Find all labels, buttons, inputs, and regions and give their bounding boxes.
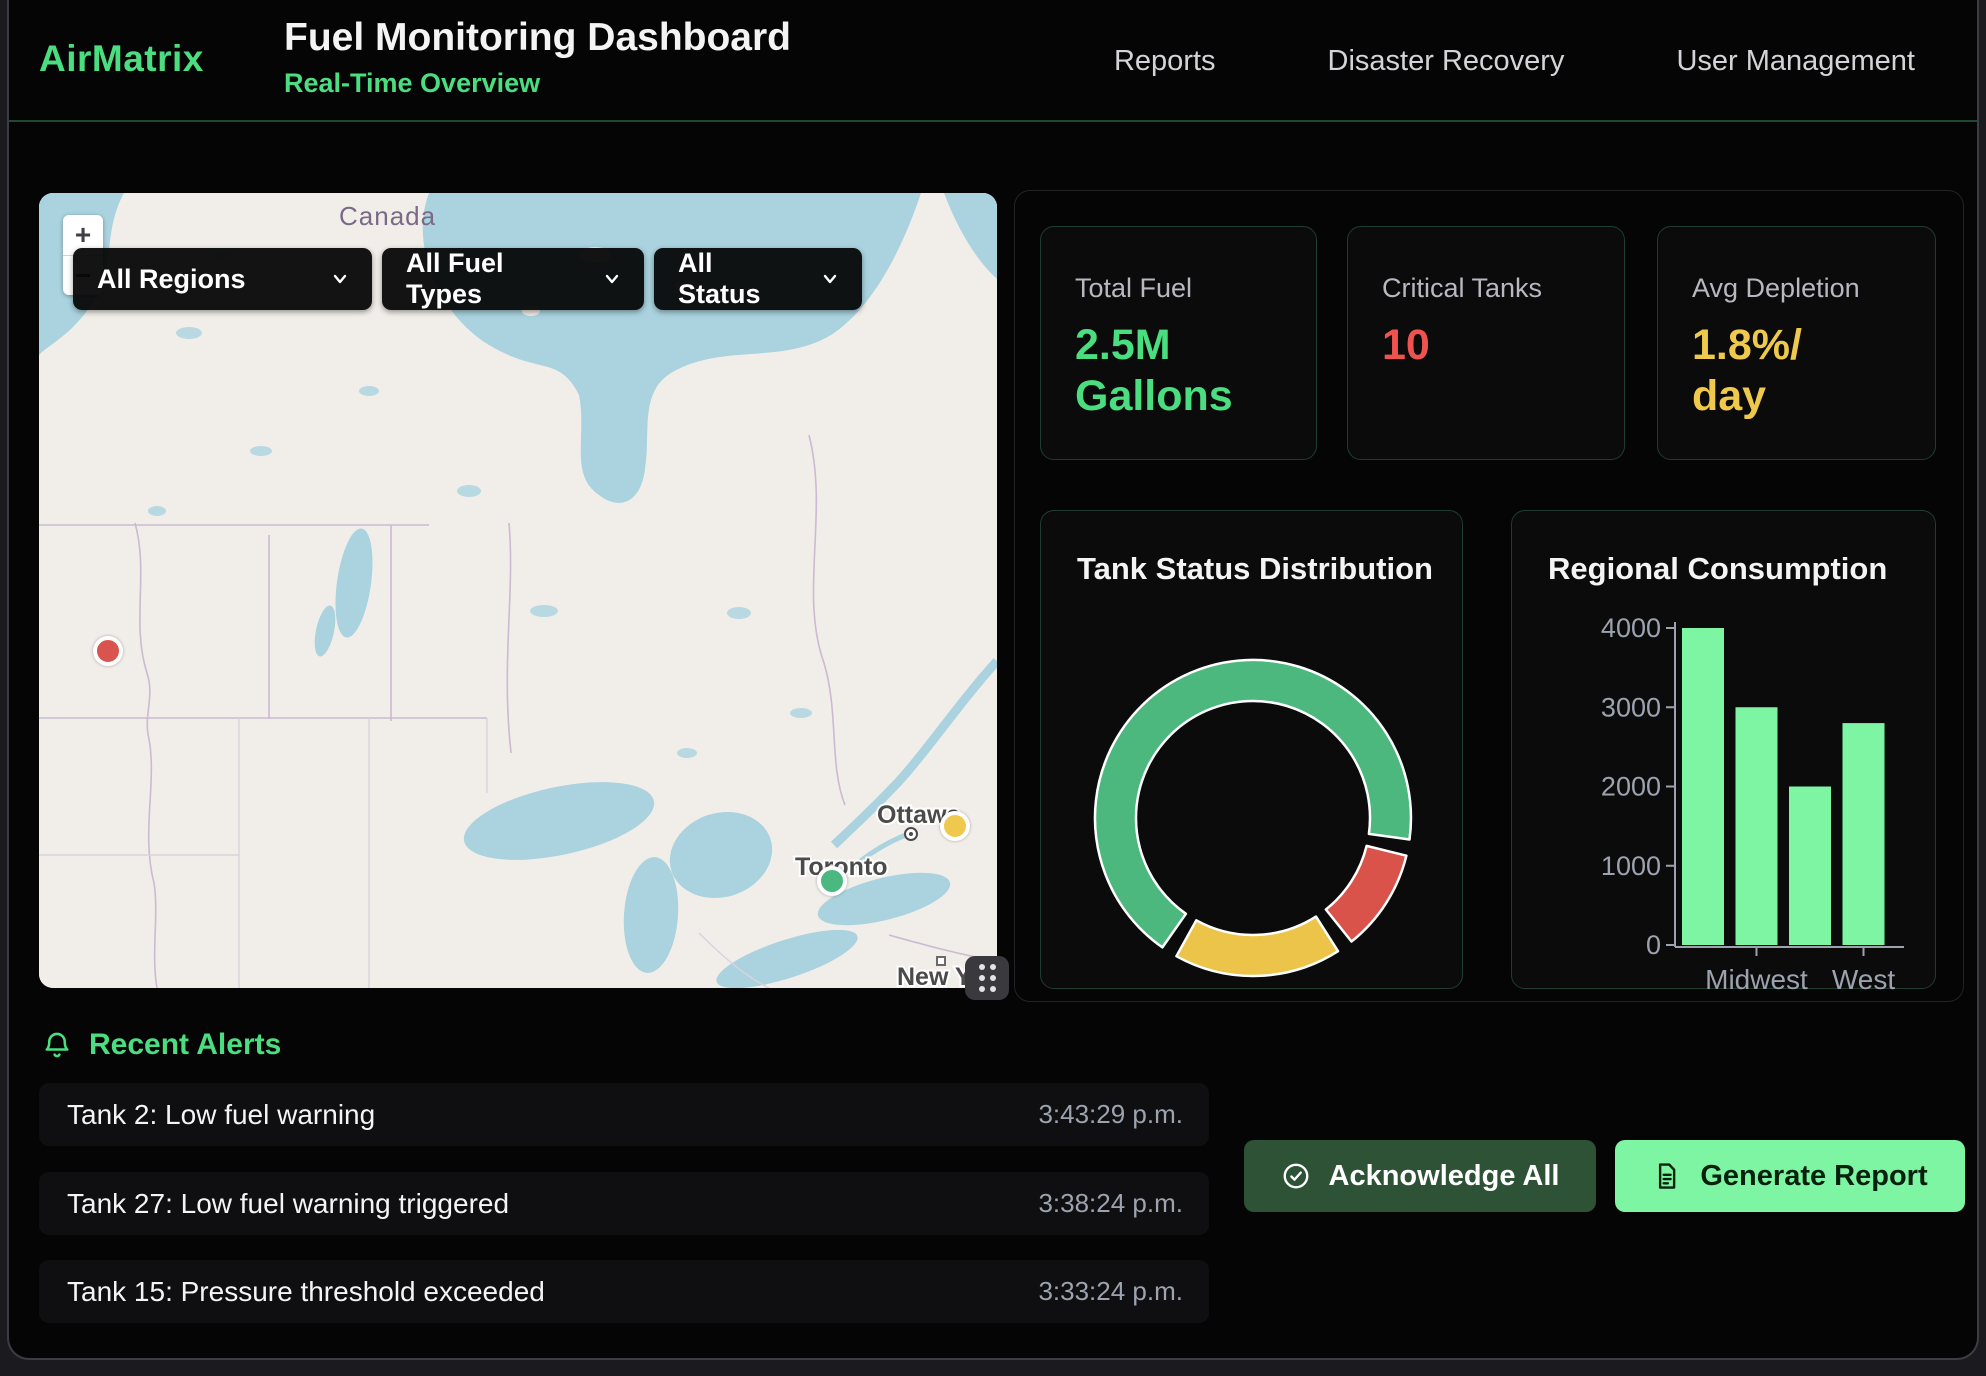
map-marker-critical[interactable] [93, 636, 123, 666]
alert-message: Tank 27: Low fuel warning triggered [67, 1188, 509, 1220]
map-filter-bar: All Regions All Fuel Types All Status [73, 248, 862, 310]
stat-label: Total Fuel [1075, 273, 1316, 304]
stat-value: 10 [1382, 320, 1560, 371]
donut-segment-warning [1176, 917, 1338, 976]
consumption-bar [1682, 628, 1724, 945]
metrics-panel: Total Fuel 2.5M Gallons Critical Tanks 1… [1014, 190, 1964, 1002]
main-nav: Reports Disaster Recovery User Managemen… [1114, 0, 1915, 122]
dashboard-container: AirMatrix Fuel Monitoring Dashboard Real… [7, 0, 1979, 1360]
fuel-type-filter-select[interactable]: All Fuel Types [382, 248, 644, 310]
stat-label: Avg Depletion [1692, 273, 1935, 304]
fuel-type-filter-value: All Fuel Types [406, 248, 576, 310]
tank-status-donut-chart [1041, 511, 1464, 990]
generate-report-label: Generate Report [1700, 1160, 1927, 1193]
map-illustration: Canada Ottawa Toronto New York [39, 193, 997, 988]
map-resize-handle[interactable] [965, 956, 1009, 1000]
status-filter-value: All Status [678, 248, 794, 310]
consumption-bar [1789, 787, 1831, 946]
alert-row[interactable]: Tank 27: Low fuel warning triggered 3:38… [39, 1172, 1209, 1235]
map-label-canada: Canada [339, 201, 436, 231]
donut-segment-critical [1326, 846, 1407, 942]
stat-value: 1.8%/day [1692, 320, 1870, 421]
stat-card-avg-depletion: Avg Depletion 1.8%/day [1657, 226, 1936, 460]
title-block: Fuel Monitoring Dashboard Real-Time Over… [284, 16, 791, 99]
regional-consumption-panel: Regional Consumption 01000200030004000Mi… [1511, 510, 1936, 989]
alert-timestamp: 3:38:24 p.m. [1038, 1188, 1183, 1219]
y-tick-label: 2000 [1601, 772, 1661, 802]
alert-row[interactable]: Tank 15: Pressure threshold exceeded 3:3… [39, 1260, 1209, 1323]
brand-logo: AirMatrix [39, 38, 204, 80]
bell-icon [41, 1029, 73, 1061]
alert-timestamp: 3:33:24 p.m. [1038, 1276, 1183, 1307]
chevron-down-icon [330, 269, 350, 289]
stat-card-total-fuel: Total Fuel 2.5M Gallons [1040, 226, 1317, 460]
region-filter-select[interactable]: All Regions [73, 248, 372, 310]
y-tick-label: 1000 [1601, 851, 1661, 881]
chevron-down-icon [820, 269, 840, 289]
x-tick-label: West [1832, 964, 1895, 990]
fuel-map-panel: Canada Ottawa Toronto New York + − [39, 193, 997, 988]
page-title: Fuel Monitoring Dashboard [284, 16, 791, 60]
alerts-header: Recent Alerts [41, 1028, 281, 1062]
stat-card-critical-tanks: Critical Tanks 10 [1347, 226, 1625, 460]
y-tick-label: 4000 [1601, 613, 1661, 643]
alerts-title: Recent Alerts [89, 1028, 281, 1062]
x-tick-label: Midwest [1705, 964, 1808, 990]
map-marker-normal[interactable] [817, 866, 847, 896]
report-document-icon [1652, 1161, 1682, 1191]
consumption-bar [1843, 723, 1885, 945]
stat-value: 2.5M Gallons [1075, 320, 1253, 421]
alert-message: Tank 2: Low fuel warning [67, 1099, 375, 1131]
alert-message: Tank 15: Pressure threshold exceeded [67, 1276, 545, 1308]
alert-row[interactable]: Tank 2: Low fuel warning 3:43:29 p.m. [39, 1083, 1209, 1146]
y-tick-label: 0 [1646, 930, 1661, 960]
generate-report-button[interactable]: Generate Report [1615, 1140, 1965, 1212]
alert-timestamp: 3:43:29 p.m. [1038, 1099, 1183, 1130]
map-marker-warning[interactable] [940, 811, 970, 841]
check-circle-icon [1281, 1161, 1311, 1191]
page-subtitle: Real-Time Overview [284, 68, 791, 99]
status-filter-select[interactable]: All Status [654, 248, 862, 310]
map-canvas[interactable]: Canada Ottawa Toronto New York [39, 193, 997, 988]
chevron-down-icon [602, 269, 622, 289]
app-header: AirMatrix Fuel Monitoring Dashboard Real… [9, 0, 1977, 122]
nav-item-reports[interactable]: Reports [1114, 45, 1216, 78]
tank-status-panel: Tank Status Distribution [1040, 510, 1463, 989]
regional-consumption-bar-chart: 0 1000 2000 3000 4000 Midwest West [1512, 511, 1937, 990]
acknowledge-all-button[interactable]: Acknowledge All [1244, 1140, 1596, 1212]
region-filter-value: All Regions [97, 264, 246, 295]
acknowledge-all-label: Acknowledge All [1329, 1160, 1560, 1193]
nav-item-user-management[interactable]: User Management [1676, 45, 1915, 78]
y-tick-label: 3000 [1601, 692, 1661, 722]
nav-item-disaster-recovery[interactable]: Disaster Recovery [1328, 45, 1565, 78]
stat-label: Critical Tanks [1382, 273, 1624, 304]
consumption-bar [1736, 707, 1778, 945]
